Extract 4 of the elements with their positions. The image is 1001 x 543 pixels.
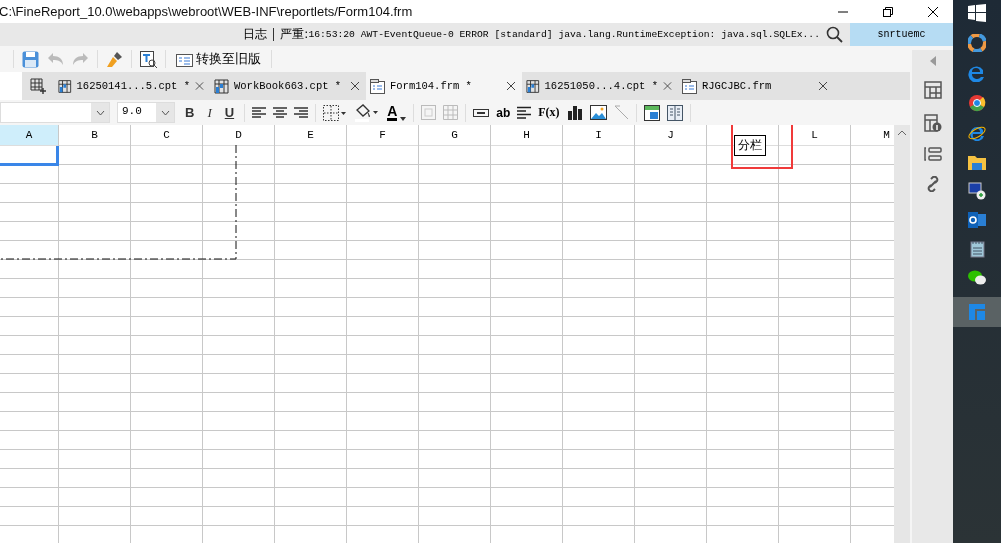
log-level: 严重:: [280, 26, 309, 43]
log-message: 16:53:20 AWT-EventQueue-0 ERROR [standard] java.lang.RuntimeException: java.sql.SQLEx...: [308, 29, 820, 40]
tooltip: 分栏: [734, 135, 766, 156]
window-title: C:\FineReport_10.0\webapps\webroot\WEB-INF\reportlets/Form104.frm: [0, 4, 413, 19]
